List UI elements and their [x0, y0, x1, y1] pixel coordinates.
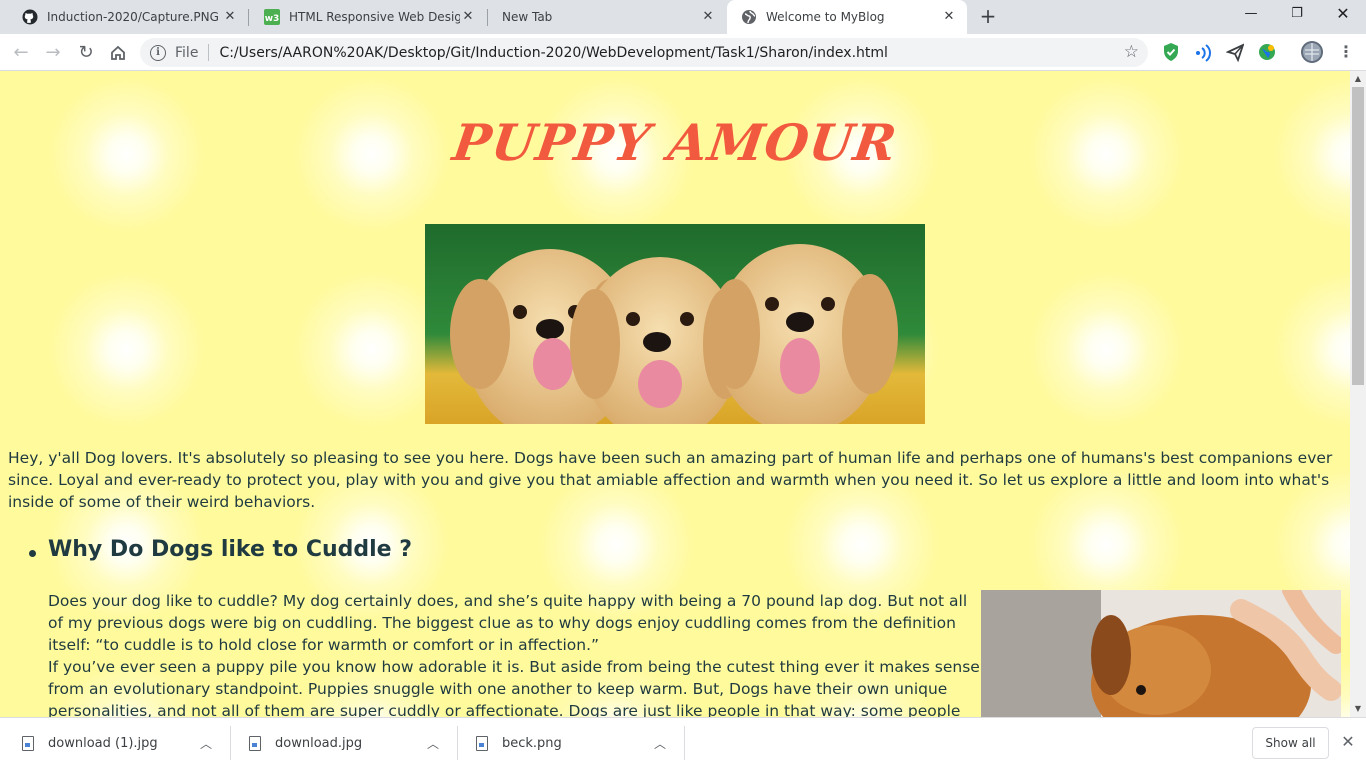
menu-kebab-icon[interactable]: ⋮: [1336, 42, 1356, 62]
download-filename: download (1).jpg: [48, 735, 158, 751]
download-item[interactable]: download (1).jpg ︿: [22, 718, 222, 768]
close-shelf-icon[interactable]: ✕: [1338, 732, 1358, 752]
forward-arrow-icon[interactable]: →: [40, 40, 66, 66]
tab-divider: [248, 9, 249, 26]
chevron-up-icon[interactable]: ︿: [654, 735, 666, 752]
cuddling-puppy-image: [981, 581, 1345, 717]
address-divider: [208, 44, 210, 61]
close-tab-icon[interactable]: ✕: [941, 9, 957, 25]
page-scrollbar[interactable]: ▲ ▼: [1350, 71, 1366, 717]
tab-title: Welcome to MyBlog: [766, 10, 885, 24]
tab-title: Induction-2020/Capture.PNG at m: [47, 10, 222, 24]
url-text[interactable]: C:/Users/AARON%20AK/Desktop/Git/Inductio…: [219, 45, 887, 61]
window-close-icon[interactable]: ✕: [1320, 0, 1366, 30]
download-shelf: download (1).jpg ︿ download.jpg ︿ beck.p…: [0, 717, 1366, 768]
github-icon: [22, 9, 38, 25]
scrollbar-thumb[interactable]: [1352, 87, 1364, 385]
svg-text:w3: w3: [265, 14, 280, 24]
list-bullet: [29, 550, 36, 557]
page-viewport: PUPPY AMOUR Hey, y'all Dog lovers. It's …: [0, 71, 1350, 717]
tab-title: New Tab: [502, 10, 553, 24]
address-bar[interactable]: i File C:/Users/AARON%20AK/Desktop/Git/I…: [140, 38, 1148, 67]
home-icon[interactable]: [105, 40, 131, 66]
download-item[interactable]: download.jpg ︿: [249, 718, 449, 768]
download-filename: download.jpg: [275, 735, 363, 751]
close-tab-icon[interactable]: ✕: [460, 9, 476, 25]
site-title: PUPPY AMOUR: [449, 113, 901, 172]
globe-icon: [741, 9, 757, 25]
image-file-icon: [22, 735, 34, 751]
restore-icon[interactable]: ❐: [1274, 0, 1320, 30]
file-scheme-label: File: [175, 44, 199, 61]
scroll-down-arrow-icon[interactable]: ▼: [1350, 701, 1366, 717]
close-tab-icon[interactable]: ✕: [700, 9, 716, 25]
profile-avatar-icon[interactable]: [1300, 40, 1324, 64]
reload-icon[interactable]: ↻: [73, 40, 99, 66]
download-divider: [230, 726, 231, 760]
bookmark-star-icon[interactable]: ☆: [1124, 42, 1139, 62]
download-divider: [684, 726, 685, 760]
section-paragraph: Does your dog like to cuddle? My dog cer…: [48, 592, 968, 654]
scroll-up-arrow-icon[interactable]: ▲: [1350, 71, 1366, 87]
tab-new-tab[interactable]: New Tab ✕: [488, 0, 726, 34]
chevron-up-icon[interactable]: ︿: [427, 735, 439, 752]
back-arrow-icon[interactable]: ←: [8, 40, 34, 66]
section-heading: Why Do Dogs like to Cuddle ?: [48, 537, 413, 562]
tab-w3schools[interactable]: w3 HTML Responsive Web Design ✕: [250, 0, 486, 34]
tab-github-capture[interactable]: Induction-2020/Capture.PNG at m ✕: [8, 0, 248, 34]
minimize-icon[interactable]: —: [1228, 0, 1274, 30]
section-body: Does your dog like to cuddle? My dog cer…: [48, 590, 983, 717]
globe-extension-icon[interactable]: [1258, 42, 1278, 62]
download-filename: beck.png: [502, 735, 562, 751]
w3schools-icon: w3: [264, 9, 280, 25]
tab-myblog[interactable]: Welcome to MyBlog ✕: [727, 0, 967, 34]
send-extension-icon[interactable]: [1225, 42, 1246, 63]
puppies-hero-image: [425, 224, 925, 441]
image-file-icon: [476, 735, 488, 751]
tab-strip: Induction-2020/Capture.PNG at m ✕ w3 HTM…: [0, 0, 1366, 34]
new-tab-plus-icon[interactable]: +: [976, 5, 1000, 29]
section-paragraph: If you’ve ever seen a puppy pile you kno…: [48, 658, 980, 717]
download-divider: [457, 726, 458, 760]
shield-extension-icon[interactable]: [1162, 42, 1182, 62]
tab-title: HTML Responsive Web Design: [289, 10, 460, 24]
show-all-button[interactable]: Show all: [1252, 727, 1329, 759]
chevron-up-icon[interactable]: ︿: [200, 735, 212, 752]
intro-paragraph: Hey, y'all Dog lovers. It's absolutely s…: [8, 449, 1333, 511]
info-icon[interactable]: i: [150, 44, 166, 61]
close-tab-icon[interactable]: ✕: [222, 9, 238, 25]
wireless-extension-icon[interactable]: [1194, 42, 1214, 62]
image-file-icon: [249, 735, 261, 751]
download-item[interactable]: beck.png ︿: [476, 718, 676, 768]
browser-toolbar: ← → ↻ i File C:/Users/AARON%20AK/Desktop…: [0, 34, 1366, 71]
